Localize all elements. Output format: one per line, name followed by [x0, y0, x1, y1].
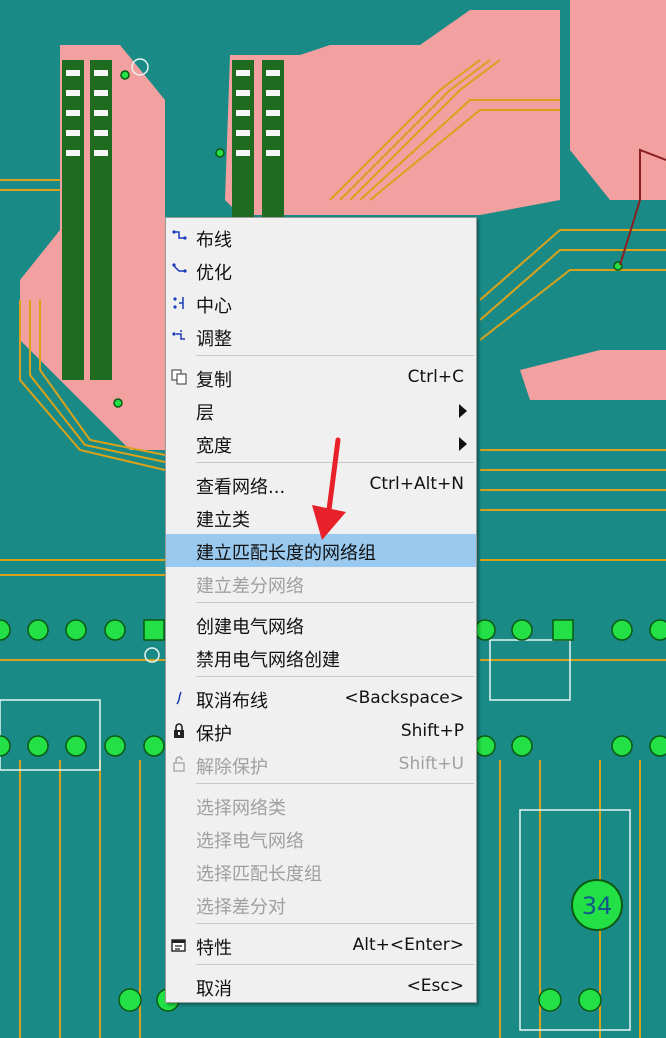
menu-item-label: 特性 [196, 938, 232, 959]
menu-item-protect[interactable]: 保护 Shift+P [166, 715, 476, 748]
menu-item-center[interactable]: 中心 [166, 287, 476, 320]
copy-icon [171, 369, 187, 385]
menu-item-label: 取消 [196, 979, 232, 1000]
menu-item-select-electrical-net[interactable]: 选择电气网络 [166, 822, 476, 855]
copper-pour-lower-right [520, 350, 666, 400]
menu-separator [196, 964, 474, 965]
menu-item-shortcut: Ctrl+C [407, 367, 464, 387]
properties-icon [171, 939, 186, 952]
menu-separator [196, 783, 474, 784]
menu-item-label: 选择网络类 [196, 798, 286, 819]
menu-item-label: 保护 [196, 724, 232, 745]
menu-item-create-electrical-net[interactable]: 创建电气网络 [166, 608, 476, 641]
menu-item-width[interactable]: 宽度 [166, 427, 476, 460]
menu-item-label: 中心 [196, 296, 232, 317]
menu-item-label: 调整 [196, 329, 232, 350]
menu-item-adjust[interactable]: 调整 [166, 320, 476, 353]
center-icon [173, 297, 184, 309]
lock-icon [174, 723, 184, 738]
submenu-arrow-icon [459, 437, 467, 451]
menu-item-label: 选择匹配长度组 [196, 864, 322, 885]
menu-item-copy[interactable]: 复制 Ctrl+C [166, 361, 476, 394]
submenu-arrow-icon [459, 404, 467, 418]
menu-item-create-class[interactable]: 建立类 [166, 501, 476, 534]
menu-item-label: 建立匹配长度的网络组 [196, 543, 376, 564]
menu-item-select-net-class[interactable]: 选择网络类 [166, 789, 476, 822]
unroute-icon [176, 691, 182, 705]
menu-item-view-nets[interactable]: 查看网络... Ctrl+Alt+N [166, 468, 476, 501]
menu-item-label: 选择电气网络 [196, 831, 304, 852]
menu-item-label: 禁用电气网络创建 [196, 650, 340, 671]
menu-item-label: 建立类 [196, 510, 250, 531]
menu-item-label: 布线 [196, 230, 232, 251]
menu-item-cancel[interactable]: 取消 <Esc> [166, 970, 476, 1003]
menu-item-label: 解除保护 [196, 757, 268, 778]
menu-item-label: 宽度 [196, 436, 232, 457]
route-icon [172, 230, 187, 240]
menu-item-shortcut: Ctrl+Alt+N [369, 474, 464, 494]
menu-item-label: 创建电气网络 [196, 617, 304, 638]
menu-item-route[interactable]: 布线 [166, 221, 476, 254]
menu-item-label: 建立差分网络 [196, 576, 304, 597]
menu-item-label: 取消布线 [196, 691, 268, 712]
adjust-icon [172, 330, 185, 340]
menu-item-label: 查看网络... [196, 477, 286, 498]
menu-item-select-matched-length-group[interactable]: 选择匹配长度组 [166, 855, 476, 888]
menu-item-unroute[interactable]: 取消布线 <Backspace> [166, 682, 476, 715]
menu-separator [196, 355, 474, 356]
menu-item-shortcut: <Esc> [406, 976, 464, 996]
menu-item-shortcut: Shift+P [400, 721, 464, 741]
menu-item-label: 层 [196, 403, 214, 424]
pad-34-label: 34 [581, 892, 613, 920]
menu-item-label: 选择差分对 [196, 897, 286, 918]
context-menu: 布线 优化 中心 调整 复制 Ctrl+C 层 宽度 查看网络... Ctrl+… [165, 217, 477, 1003]
menu-item-create-diff-pair[interactable]: 建立差分网络 [166, 567, 476, 600]
menu-separator [196, 676, 474, 677]
menu-separator [196, 923, 474, 924]
menu-item-label: 优化 [196, 263, 232, 284]
pad-34: 34 [571, 879, 623, 931]
menu-separator [196, 462, 474, 463]
menu-item-select-diff-pair[interactable]: 选择差分对 [166, 888, 476, 921]
menu-item-create-matched-length-group[interactable]: 建立匹配长度的网络组 [166, 534, 476, 567]
menu-item-unprotect[interactable]: 解除保护 Shift+U [166, 748, 476, 781]
menu-separator [196, 602, 474, 603]
copper-pour-right [570, 0, 666, 200]
menu-item-shortcut: Shift+U [398, 754, 464, 774]
menu-item-disable-electrical-net[interactable]: 禁用电气网络创建 [166, 641, 476, 674]
unlock-icon [173, 756, 185, 772]
menu-item-properties[interactable]: 特性 Alt+<Enter> [166, 929, 476, 962]
menu-item-shortcut: <Backspace> [344, 688, 464, 708]
menu-item-layer[interactable]: 层 [166, 394, 476, 427]
optimize-icon [172, 263, 187, 273]
menu-item-shortcut: Alt+<Enter> [352, 935, 464, 955]
menu-item-label: 复制 [196, 370, 232, 391]
menu-item-optimize[interactable]: 优化 [166, 254, 476, 287]
